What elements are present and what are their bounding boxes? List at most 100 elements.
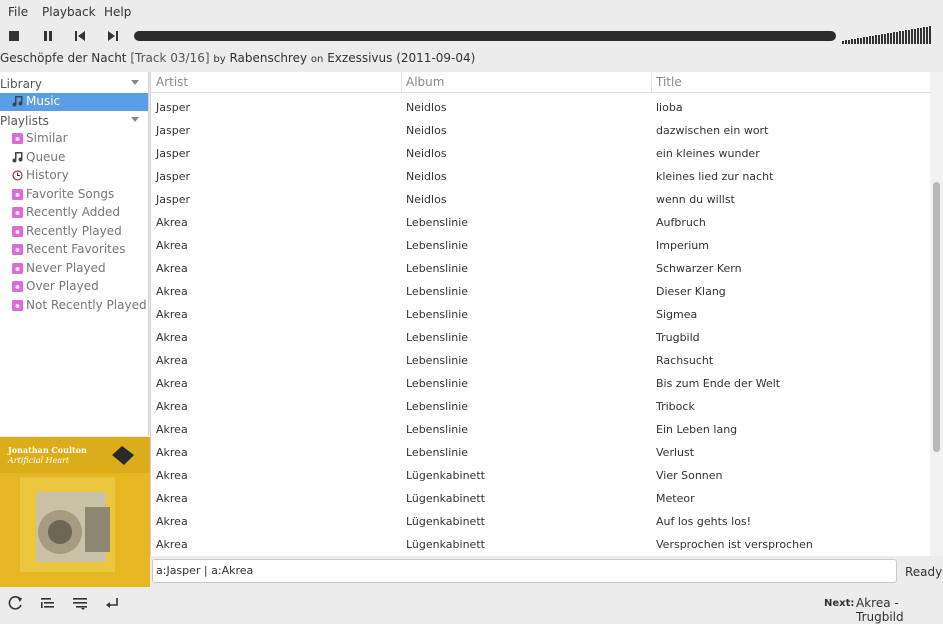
playlist-icon: [12, 281, 23, 292]
table-row[interactable]: Jasper Neidlos lioba: [151, 96, 931, 119]
table-row[interactable]: Akrea Lebenslinie Aufbruch: [151, 211, 931, 234]
menu-playback[interactable]: Playback: [42, 5, 96, 19]
playlist-icon: [12, 133, 23, 144]
stop-after-button[interactable]: [104, 595, 120, 611]
table-row[interactable]: Jasper Neidlos wenn du willst: [151, 188, 931, 211]
sidebar-item-history[interactable]: History: [0, 167, 148, 185]
table-row[interactable]: Akrea Lügenkabinett Vier Sonnen: [151, 464, 931, 487]
album-art-album: Artificial Heart: [8, 456, 70, 465]
volume-bar: [929, 26, 931, 44]
seek-bar[interactable]: [134, 31, 836, 41]
cell-title: Aufbruch: [656, 216, 706, 229]
now-playing-artist: Rabenschrey: [229, 51, 308, 65]
library-header-label: Library: [0, 77, 42, 91]
menu-help[interactable]: Help: [104, 5, 131, 19]
column-divider[interactable]: [401, 72, 402, 92]
table-row[interactable]: Akrea Lebenslinie Imperium: [151, 234, 931, 257]
next-button[interactable]: [105, 28, 121, 44]
table-row[interactable]: Jasper Neidlos kleines lied zur nacht: [151, 165, 931, 188]
now-playing-on: on: [310, 54, 324, 65]
table-row[interactable]: Akrea Lebenslinie Schwarzer Kern: [151, 257, 931, 280]
stop-button[interactable]: [6, 28, 22, 44]
table-row[interactable]: Akrea Lebenslinie Verlust: [151, 441, 931, 464]
library-header[interactable]: Library: [0, 75, 148, 93]
volume-bar: [911, 29, 913, 44]
menu-file[interactable]: File: [8, 5, 28, 19]
queue-button[interactable]: [72, 595, 88, 611]
cell-artist: Akrea: [156, 492, 188, 505]
album-art-artist: Jonathan Coulton: [8, 445, 87, 455]
cell-artist: Akrea: [156, 216, 188, 229]
table-row[interactable]: Akrea Lebenslinie Trugbild: [151, 326, 931, 349]
table-row[interactable]: Akrea Lebenslinie Dieser Klang: [151, 280, 931, 303]
sidebar-item-not-recently-played[interactable]: Not Recently Played: [0, 297, 148, 315]
cell-album: Neidlos: [406, 124, 447, 137]
pause-button[interactable]: [40, 28, 56, 44]
scrollbar-thumb[interactable]: [933, 182, 940, 452]
cell-artist: Jasper: [156, 193, 190, 206]
column-header-artist[interactable]: Artist: [156, 75, 188, 89]
volume-bar: [896, 32, 898, 44]
volume-slider[interactable]: [842, 24, 932, 44]
playlist-icon: [12, 207, 23, 218]
volume-bar: [854, 39, 856, 44]
sidebar-item-recent-favorites[interactable]: Recent Favorites: [0, 241, 148, 259]
volume-bar: [869, 36, 871, 44]
volume-bar: [878, 35, 880, 44]
cell-title: Schwarzer Kern: [656, 262, 742, 275]
table-row[interactable]: Akrea Lebenslinie Tribock: [151, 395, 931, 418]
table-row[interactable]: Akrea Lebenslinie Bis zum Ende der Welt: [151, 372, 931, 395]
column-header-album[interactable]: Album: [406, 75, 444, 89]
chevron-down-icon: [131, 117, 139, 122]
sidebar-item-music[interactable]: Music: [0, 93, 148, 111]
cell-artist: Akrea: [156, 377, 188, 390]
volume-bar: [917, 28, 919, 44]
playlists-header[interactable]: Playlists: [0, 112, 148, 130]
table-row[interactable]: Akrea Lügenkabinett Versprochen ist verspr…: [151, 533, 931, 556]
table-row[interactable]: Akrea Lügenkabinett Meteor: [151, 487, 931, 510]
sidebar-item-label: Never Played: [26, 260, 106, 275]
column-header-title[interactable]: Title: [656, 75, 682, 89]
sidebar-item-recently-added[interactable]: Recently Added: [0, 204, 148, 222]
sidebar-item-queue[interactable]: Queue: [0, 149, 148, 167]
chevron-down-icon: [131, 80, 139, 85]
sidebar-item-label: Recent Favorites: [26, 242, 126, 256]
sidebar-item-label: Music: [26, 94, 61, 108]
table-row[interactable]: Jasper Neidlos dazwischen ein wort: [151, 119, 931, 142]
table-row[interactable]: Jasper Neidlos ein kleines wunder: [151, 142, 931, 165]
table-row[interactable]: Akrea Lügenkabinett Auf los gehts los!: [151, 510, 931, 533]
sidebar-item-similar[interactable]: Similar: [0, 130, 148, 148]
shuffle-button[interactable]: [40, 595, 56, 611]
sidebar-item-never-played[interactable]: Never Played: [0, 260, 148, 278]
cell-artist: Jasper: [156, 101, 190, 114]
sidebar-item-recently-played[interactable]: Recently Played: [0, 223, 148, 241]
tracklist-scrollbar[interactable]: [930, 72, 943, 556]
sidebar-item-favorite-songs[interactable]: Favorite Songs: [0, 186, 148, 204]
previous-button[interactable]: [72, 28, 88, 44]
playlist-icon: [12, 207, 23, 218]
sidebar-item-over-played[interactable]: Over Played: [0, 278, 148, 296]
table-row[interactable]: Akrea Lebenslinie Ein Leben lang: [151, 418, 931, 441]
playlist-icon: [12, 244, 23, 255]
now-playing-title: Geschöpfe der Nacht: [0, 51, 127, 65]
next-icon: [108, 31, 118, 41]
cell-album: Neidlos: [406, 147, 447, 160]
cell-title: Sigmea: [656, 308, 698, 321]
table-row[interactable]: Akrea Lebenslinie Sigmea: [151, 303, 931, 326]
volume-bar: [860, 38, 862, 44]
volume-bar: [890, 33, 892, 44]
pause-icon: [44, 31, 52, 41]
next-label: Next:: [824, 598, 855, 609]
music-note-icon: [12, 151, 23, 162]
filter-input[interactable]: a:Jasper | a:Akrea: [152, 559, 897, 583]
column-divider[interactable]: [651, 72, 652, 92]
volume-bar: [848, 40, 850, 44]
cell-album: Lebenslinie: [406, 446, 469, 459]
sidebar-item-label: Queue: [26, 149, 66, 164]
repeat-button[interactable]: [8, 595, 24, 611]
volume-bar: [863, 37, 865, 44]
playlist-icon: [12, 244, 23, 255]
table-row[interactable]: Akrea Lebenslinie Rachsucht: [151, 349, 931, 372]
cell-title: Bis zum Ende der Welt: [656, 377, 781, 390]
column-headers: Artist Album Title: [151, 72, 931, 93]
